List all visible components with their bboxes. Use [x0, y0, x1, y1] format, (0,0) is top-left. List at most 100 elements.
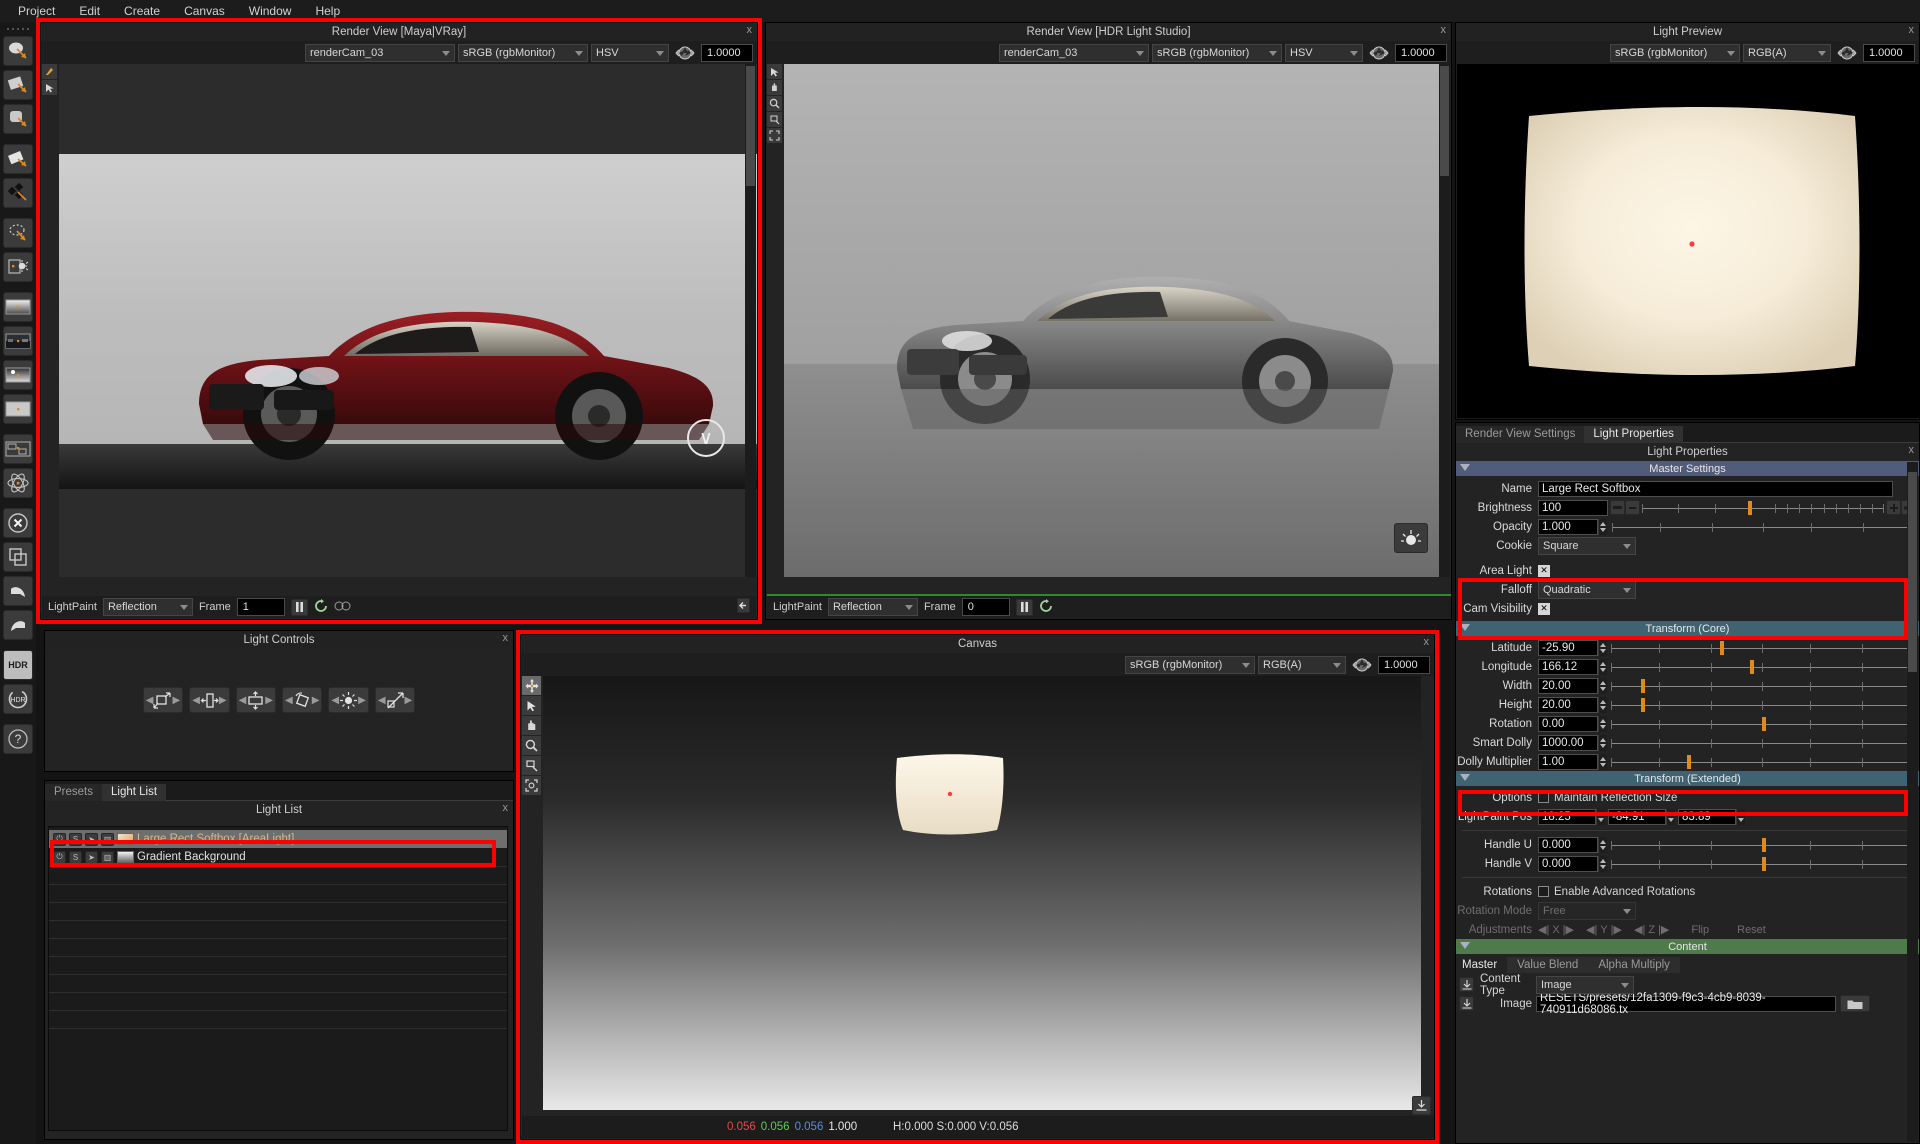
channel-select-canvas[interactable]: RGB(A) [1258, 655, 1346, 674]
smart-dolly-stepper[interactable] [1598, 734, 1607, 751]
close-icon[interactable]: x [503, 632, 509, 644]
brightness-plus-small-button[interactable] [1886, 500, 1901, 515]
image-path-input[interactable]: RESETS/presets/12fa1309-f9c3-4cb9-8039-7… [1536, 992, 1836, 1016]
zoom-magnifier-tool-icon[interactable] [767, 96, 782, 111]
smart-dolly-slider[interactable] [1611, 735, 1914, 751]
width-slider[interactable] [1611, 678, 1914, 694]
channel-select-hdrls[interactable]: HSV [1285, 43, 1363, 62]
refresh-icon-hdrls[interactable] [1039, 598, 1053, 616]
exposure-value-hdrls[interactable]: 1.0000 [1395, 43, 1447, 62]
brightness-control[interactable]: ◀ ▶ [328, 687, 369, 713]
colorspace-select-preview[interactable]: sRGB (rgbMonitor) [1610, 43, 1740, 62]
lightpaint-brush-icon[interactable] [42, 64, 57, 79]
brightness-input[interactable]: 100 [1538, 499, 1608, 516]
name-input[interactable]: Large Rect Softbox [1538, 480, 1893, 497]
lightpaint-pos-z-stepper[interactable] [1736, 808, 1745, 825]
dolly-multiplier-input[interactable]: 1.00 [1538, 753, 1598, 770]
enable-advanced-rotations-checkbox[interactable] [1538, 886, 1549, 897]
colorspace-select-maya[interactable]: sRGB (rgbMonitor) [458, 43, 588, 62]
undo-icon[interactable] [3, 576, 33, 606]
fit-view-tool-icon[interactable] [767, 128, 782, 143]
brightness-minus-large-button[interactable] [1610, 500, 1625, 515]
lightpaint-pos-z-input[interactable]: 83.89 [1678, 808, 1736, 825]
lightpaint-pos-x-input[interactable]: 18.25 [1538, 808, 1596, 825]
render-view-maya-scrollbar[interactable] [745, 64, 756, 577]
soft-blob-light-icon[interactable] [3, 104, 33, 134]
cam-visibility-checkbox[interactable]: ✕ [1538, 602, 1550, 615]
x-increase-icon[interactable]: |▶ [1563, 923, 1574, 936]
y-increase-icon[interactable]: |▶ [1611, 923, 1622, 936]
zoom-magnifier-tool-icon[interactable] [522, 736, 541, 755]
light-lock-toggle-icon[interactable]: ▥ [101, 832, 114, 846]
opacity-stepper[interactable] [1598, 518, 1607, 535]
y-decrease-icon[interactable]: ◀| [1586, 923, 1597, 936]
rotation-stepper[interactable] [1598, 715, 1607, 732]
list-item[interactable]: ⏻ S ➤ ▥ Gradient Background [49, 848, 507, 866]
close-icon[interactable]: x [1909, 24, 1915, 36]
window-light-icon[interactable] [3, 252, 33, 282]
exposure-value-canvas[interactable]: 1.0000 [1378, 655, 1430, 674]
rotation-input[interactable]: 0.00 [1538, 715, 1598, 732]
handle-v-stepper[interactable] [1598, 855, 1607, 872]
light-select-toggle-icon[interactable]: ➤ [85, 832, 98, 846]
light-power-toggle-icon[interactable]: ⏻ [53, 832, 66, 846]
section-master-settings[interactable]: Master Settings [1456, 461, 1919, 476]
light-color-swatch[interactable] [117, 833, 134, 845]
dolly-multiplier-slider[interactable] [1611, 754, 1914, 770]
soft-area-light-icon[interactable] [3, 36, 33, 66]
select-arrow-tool-icon[interactable] [767, 64, 782, 79]
help-icon[interactable]: ? [3, 724, 33, 754]
exposure-value-maya[interactable]: 1.0000 [701, 43, 753, 62]
render-view-maya-image[interactable]: ∨ [59, 64, 757, 577]
stereo-toggle-icon-maya[interactable] [334, 601, 351, 614]
scale-uniform-control[interactable]: ◀ ▶ [142, 687, 184, 713]
height-slider[interactable] [1611, 697, 1914, 713]
menu-project[interactable]: Project [6, 2, 67, 20]
tab-content-alpha-multiply[interactable]: Alpha Multiply [1588, 957, 1680, 973]
select-arrow-tool-icon[interactable] [42, 80, 57, 95]
width-stepper[interactable] [1598, 677, 1607, 694]
cookie-select[interactable]: Square [1538, 536, 1636, 555]
longitude-input[interactable]: 166.12 [1538, 658, 1598, 675]
content-type-load-icon[interactable] [1459, 977, 1474, 992]
light-color-swatch[interactable] [117, 851, 134, 863]
channel-select-maya[interactable]: HSV [591, 43, 669, 62]
solid-color-icon[interactable] [3, 394, 33, 424]
width-input[interactable]: 20.00 [1538, 677, 1598, 694]
refresh-icon-maya[interactable] [314, 598, 328, 616]
rotation-mode-select[interactable]: Free [1538, 901, 1636, 920]
content-type-select[interactable]: Image [1536, 975, 1634, 994]
latitude-input[interactable]: -25.90 [1538, 639, 1598, 656]
latitude-stepper[interactable] [1598, 639, 1607, 656]
channel-select-preview[interactable]: RGB(A) [1743, 43, 1831, 62]
falloff-select[interactable]: Quadratic [1538, 580, 1636, 599]
lightpaint-pos-y-input[interactable]: -84.91 [1608, 808, 1666, 825]
tab-content-value-blend[interactable]: Value Blend [1507, 957, 1589, 973]
lightpaint-mode-select-maya[interactable]: Reflection [102, 598, 193, 616]
camera-select-hdrls[interactable]: renderCam_03 [999, 43, 1149, 62]
light-preview-image[interactable] [1457, 64, 1919, 418]
aperture-icon-canvas[interactable] [1349, 655, 1375, 674]
rect-light-icon[interactable] [3, 70, 33, 100]
menu-help[interactable]: Help [303, 2, 352, 20]
section-transform-extended[interactable]: Transform (Extended) [1456, 771, 1919, 786]
delete-icon[interactable] [3, 508, 33, 538]
rotate-control[interactable]: ◀ ▶ [282, 687, 323, 713]
menu-canvas[interactable]: Canvas [172, 2, 237, 20]
handle-u-stepper[interactable] [1598, 836, 1607, 853]
close-icon[interactable]: x [1424, 636, 1430, 648]
lightpaint-pos-x-stepper[interactable] [1596, 808, 1605, 825]
exposure-value-preview[interactable]: 1.0000 [1863, 43, 1915, 62]
zoom-region-tool-icon[interactable] [767, 112, 782, 127]
tab-presets[interactable]: Presets [45, 784, 102, 801]
opacity-input[interactable]: 1.000 [1538, 518, 1598, 535]
width-control[interactable]: ◀ ▶ [189, 687, 230, 713]
longitude-stepper[interactable] [1598, 658, 1607, 675]
canvas-image[interactable] [543, 676, 1421, 1110]
pan-hand-tool-icon[interactable] [767, 80, 782, 95]
light-select-toggle-icon[interactable]: ➤ [85, 850, 98, 864]
longitude-slider[interactable] [1611, 659, 1914, 675]
render-view-hdrls-scrollbar[interactable] [1439, 64, 1450, 577]
render-view-hdrls-image[interactable] [784, 64, 1444, 577]
flat-card-light-icon[interactable] [3, 144, 33, 174]
